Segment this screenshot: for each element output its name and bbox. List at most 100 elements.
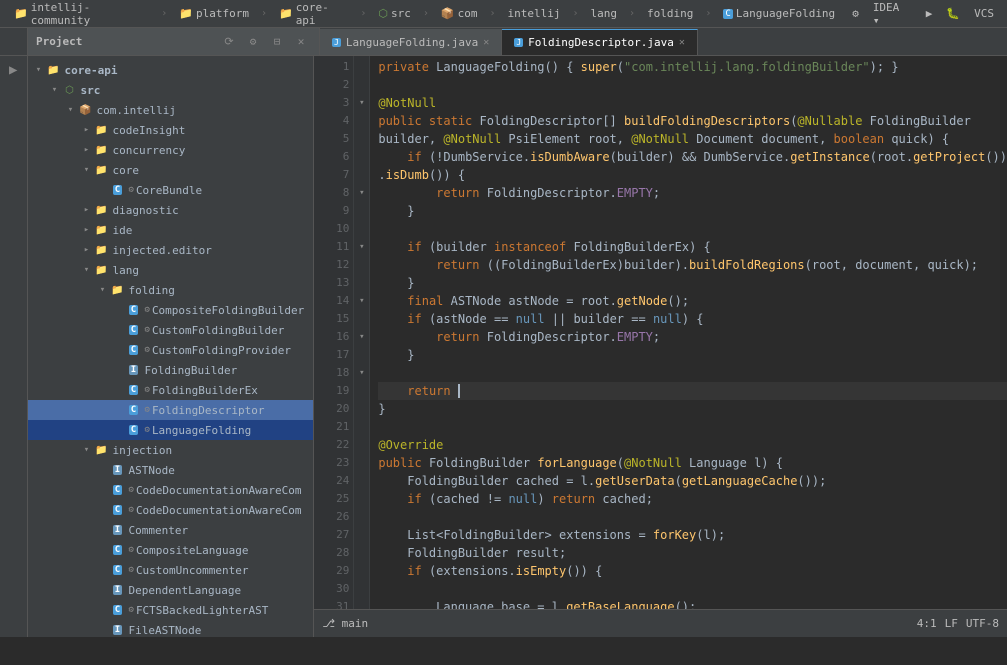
list-item[interactable]: 📁 core-api xyxy=(28,60,314,80)
list-item[interactable]: C ⚙ CustomFoldingBuilder xyxy=(28,320,314,340)
package-icon: 📦 xyxy=(78,102,94,118)
list-item[interactable]: I Commenter xyxy=(28,520,314,540)
run-icon[interactable]: ▶ xyxy=(921,5,938,22)
class-icon: C xyxy=(126,402,142,418)
code-line xyxy=(378,418,1007,436)
list-item[interactable]: 📦 com.intellij xyxy=(28,100,314,120)
folder-icon: 📁 xyxy=(110,282,126,298)
code-line: return xyxy=(378,382,1007,400)
nav-intellij-community[interactable]: 📁 intellij-community xyxy=(8,0,155,29)
tree-arrow[interactable] xyxy=(80,263,94,277)
tree-arrow[interactable] xyxy=(80,143,94,157)
class-icon: C xyxy=(126,382,142,398)
folder-icon: 📁 xyxy=(94,162,110,178)
tree-arrow xyxy=(96,523,110,537)
tree-arrow[interactable] xyxy=(32,63,46,77)
list-item[interactable]: 📁 ide xyxy=(28,220,314,240)
tree-arrow[interactable] xyxy=(80,123,94,137)
list-item[interactable]: I FoldingBuilder xyxy=(28,360,314,380)
project-collapse-icon[interactable]: ⊟ xyxy=(267,32,287,52)
nav-folding[interactable]: folding xyxy=(641,5,699,22)
folder-icon: 📁 xyxy=(94,122,110,138)
tab-close-foldingdescriptor[interactable]: ✕ xyxy=(679,37,685,48)
tree-arrow[interactable] xyxy=(48,83,62,97)
code-line: if (!DumbService.isDumbAware(builder) &&… xyxy=(378,148,1007,166)
tab-close-languagefolding[interactable]: ✕ xyxy=(483,37,489,48)
list-item[interactable]: C ⚙ CompositeLanguage xyxy=(28,540,314,560)
list-item[interactable]: 📁 injection xyxy=(28,440,314,460)
tree-arrow[interactable] xyxy=(80,243,94,257)
list-item[interactable]: ⬡ src xyxy=(28,80,314,100)
list-item[interactable]: C ⚙ CustomUncommenter xyxy=(28,560,314,580)
code-line xyxy=(378,364,1007,382)
idea-label[interactable]: IDEA ▾ xyxy=(868,0,917,29)
list-item[interactable]: I DependentLanguage xyxy=(28,580,314,600)
encoding[interactable]: UTF-8 xyxy=(966,617,999,630)
list-item[interactable]: 📁 diagnostic xyxy=(28,200,314,220)
nav-com[interactable]: 📦 com xyxy=(435,5,484,22)
nav-languagefolding[interactable]: C LanguageFolding xyxy=(717,5,841,22)
nav-platform[interactable]: 📁 platform xyxy=(173,5,255,22)
list-item[interactable]: I ASTNode xyxy=(28,460,314,480)
folder-icon: 📁 xyxy=(94,142,110,158)
tree-arrow[interactable] xyxy=(80,203,94,217)
editor-content[interactable]: 12345 678910 1112131415 1617181920 21222… xyxy=(314,56,1007,609)
list-item[interactable]: C ⚙ FoldingDescriptor xyxy=(28,400,314,420)
nav-src[interactable]: ⬡ src xyxy=(372,5,416,22)
fold-all-icon[interactable]: ▶ xyxy=(3,60,23,80)
vcs-icon[interactable]: VCS xyxy=(969,5,999,22)
list-item[interactable]: C ⚙ CodeDocumentationAwareCom xyxy=(28,500,314,520)
folder-icon: 📁 xyxy=(94,202,110,218)
nav-intellij[interactable]: intellij xyxy=(501,5,566,22)
line-ending[interactable]: LF xyxy=(945,617,958,630)
fold-marker[interactable]: ▾ xyxy=(354,364,369,382)
code-editor[interactable]: private LanguageFolding() { super("com.i… xyxy=(370,56,1007,609)
tree-arrow xyxy=(96,503,110,517)
tree-arrow[interactable] xyxy=(96,283,110,297)
class-icon: C xyxy=(110,542,126,558)
fold-marker[interactable]: ▾ xyxy=(354,328,369,346)
fold-marker[interactable]: ▾ xyxy=(354,184,369,202)
list-item[interactable]: 📁 concurrency xyxy=(28,140,314,160)
list-item[interactable]: C ⚙ FoldingBuilderEx xyxy=(28,380,314,400)
code-line: } xyxy=(378,202,1007,220)
tree-arrow xyxy=(112,383,126,397)
list-item[interactable]: 📁 lang xyxy=(28,260,314,280)
nav-lang[interactable]: lang xyxy=(585,5,624,22)
tree-arrow[interactable] xyxy=(64,103,78,117)
project-panel: 📁 core-api ⬡ src 📦 com.intellij 📁 codeIn… xyxy=(28,56,315,637)
code-line xyxy=(378,220,1007,238)
list-item[interactable]: C ⚙ LanguageFolding xyxy=(28,420,314,440)
tree-arrow[interactable] xyxy=(80,223,94,237)
list-item[interactable]: C ⚙ CodeDocumentationAwareCom xyxy=(28,480,314,500)
list-item[interactable]: C ⚙ FCTSBackedLighterAST xyxy=(28,600,314,620)
list-item[interactable]: C ⚙ CoreBundle xyxy=(28,180,314,200)
code-line: final ASTNode astNode = root.getNode(); xyxy=(378,292,1007,310)
project-close-icon[interactable]: ✕ xyxy=(291,32,311,52)
git-branch[interactable]: ⎇ main xyxy=(322,617,368,630)
list-item[interactable]: I FileASTNode xyxy=(28,620,314,637)
tab-foldingdescriptor[interactable]: J FoldingDescriptor.java ✕ xyxy=(502,29,698,55)
folder-icon: 📁 xyxy=(94,442,110,458)
tree-arrow[interactable] xyxy=(80,443,94,457)
nav-core-api[interactable]: 📁 core-api xyxy=(273,0,354,29)
class-icon: C xyxy=(126,422,142,438)
list-item[interactable]: C ⚙ CustomFoldingProvider xyxy=(28,340,314,360)
tab-icon-languagefolding: J xyxy=(332,38,341,47)
list-item[interactable]: 📁 injected.editor xyxy=(28,240,314,260)
list-item[interactable]: C ⚙ CompositeFoldingBuilder xyxy=(28,300,314,320)
fold-marker[interactable]: ▾ xyxy=(354,94,369,112)
list-item[interactable]: 📁 folding xyxy=(28,280,314,300)
list-item[interactable]: 📁 codeInsight xyxy=(28,120,314,140)
fold-marker[interactable]: ▾ xyxy=(354,238,369,256)
project-sync-icon[interactable]: ⟳ xyxy=(219,32,239,52)
tab-languagefolding[interactable]: J LanguageFolding.java ✕ xyxy=(320,29,502,55)
tree-arrow[interactable] xyxy=(80,163,94,177)
debug-icon[interactable]: 🐛 xyxy=(941,5,965,22)
settings-icon[interactable]: ⚙ xyxy=(847,5,864,22)
class-icon: I xyxy=(110,622,126,637)
project-gear-icon[interactable]: ⚙ xyxy=(243,32,263,52)
list-item[interactable]: 📁 core xyxy=(28,160,314,180)
fold-marker[interactable]: ▾ xyxy=(354,292,369,310)
tree-arrow xyxy=(112,363,126,377)
